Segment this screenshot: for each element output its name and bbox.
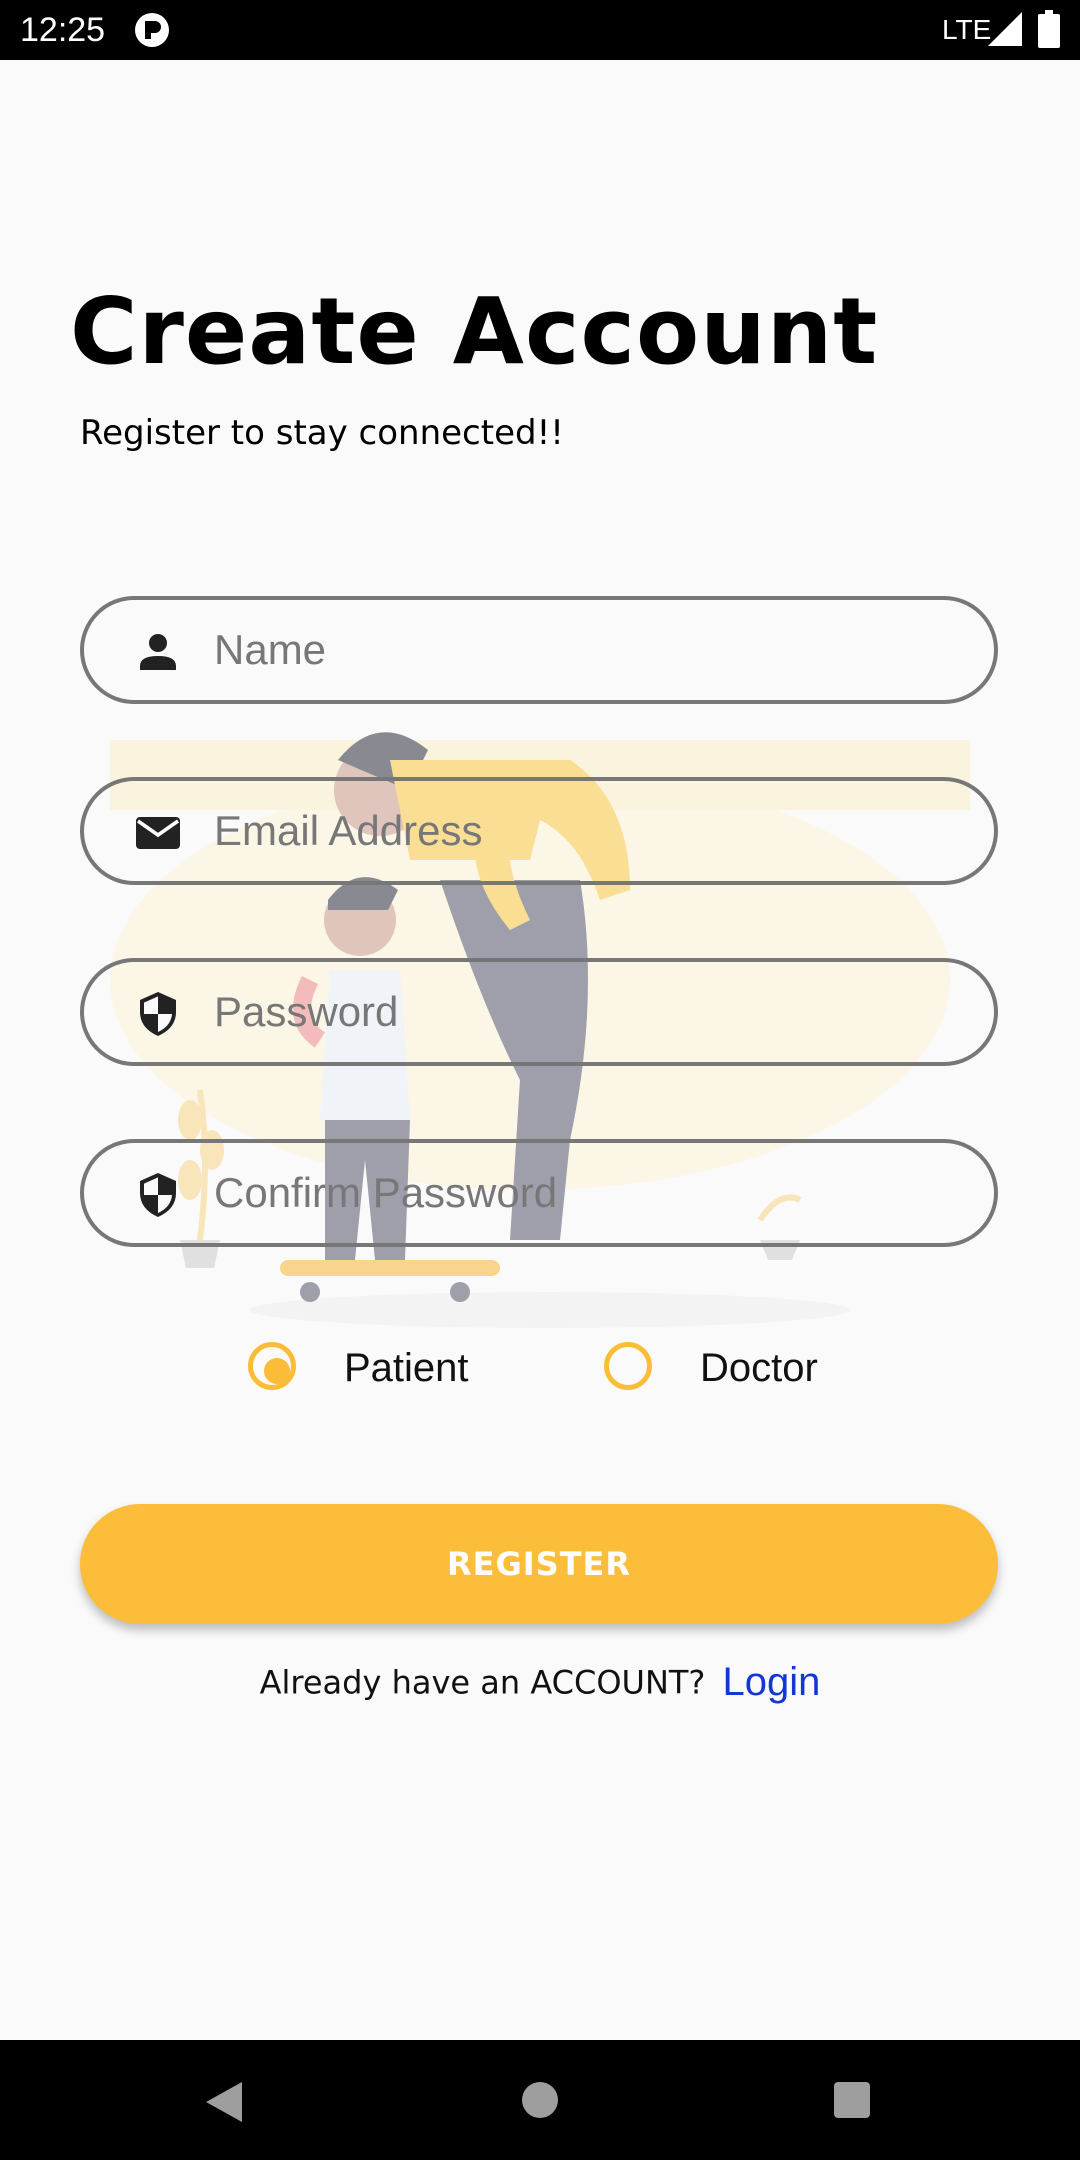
radio-button-unselected[interactable] — [604, 1342, 652, 1390]
navigation-bar — [0, 2040, 1080, 2160]
app-notification-icon — [135, 13, 169, 47]
status-bar: 12:25 LTE — [0, 0, 1080, 60]
shield-icon — [140, 992, 176, 1036]
password-field[interactable] — [80, 958, 998, 1066]
confirm-password-field[interactable] — [80, 1139, 998, 1247]
status-time: 12:25 — [20, 11, 106, 49]
name-input[interactable] — [214, 614, 954, 686]
register-button[interactable]: REGISTER — [80, 1504, 998, 1624]
login-prompt: Already have an ACCOUNT? — [259, 1663, 706, 1702]
radio-patient[interactable]: Patient — [248, 1342, 488, 1398]
signal-icon — [988, 12, 1022, 46]
radio-label-patient: Patient — [344, 1346, 469, 1390]
shield-icon — [140, 1173, 176, 1217]
radio-doctor[interactable]: Doctor — [604, 1342, 844, 1398]
person-icon — [140, 634, 176, 670]
login-link[interactable]: Login — [723, 1660, 821, 1704]
radio-label-doctor: Doctor — [700, 1346, 818, 1390]
back-icon[interactable] — [204, 2080, 244, 2124]
network-type: LTE — [942, 14, 992, 45]
name-field[interactable] — [80, 596, 998, 704]
email-field[interactable] — [80, 777, 998, 885]
email-input[interactable] — [214, 795, 954, 867]
recents-icon[interactable] — [834, 2082, 870, 2118]
login-row: Already have an ACCOUNT? Login — [0, 1660, 1080, 1705]
confirm-password-input[interactable] — [214, 1157, 954, 1229]
password-input[interactable] — [214, 976, 954, 1048]
home-icon[interactable] — [522, 2082, 558, 2118]
mail-icon — [136, 817, 180, 849]
page-subtitle: Register to stay connected!! — [80, 413, 564, 453]
radio-button-selected[interactable] — [248, 1342, 296, 1390]
page-title: Create Account — [70, 278, 879, 385]
battery-icon — [1038, 10, 1060, 48]
